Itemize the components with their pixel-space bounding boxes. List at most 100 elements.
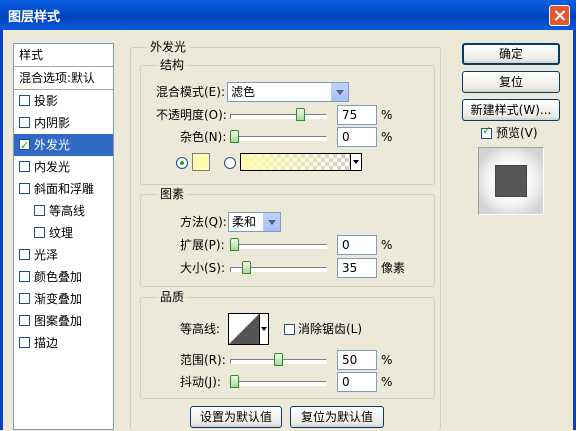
slider-thumb[interactable] <box>230 238 239 251</box>
structure-title: 结构 <box>157 58 188 73</box>
contour-curve-icon <box>229 314 259 344</box>
sidebar-item[interactable]: 外发光 <box>14 134 113 157</box>
range-unit: % <box>381 353 393 367</box>
reset-button[interactable]: 复位 <box>462 71 560 93</box>
slider-track <box>230 114 327 119</box>
gradient-radio[interactable] <box>224 157 236 169</box>
sidebar-item[interactable]: 等高线 <box>14 200 113 222</box>
sidebar-item-label: 渐变叠加 <box>34 292 83 306</box>
spread-slider[interactable] <box>230 235 327 255</box>
sidebar-item[interactable]: 纹理 <box>14 222 113 244</box>
noise-slider[interactable] <box>230 127 327 147</box>
spread-unit: % <box>381 238 393 252</box>
sidebar-item[interactable]: 投影 <box>14 90 113 112</box>
range-slider[interactable] <box>230 350 327 370</box>
close-button[interactable] <box>549 5 570 26</box>
opacity-slider[interactable] <box>230 105 327 125</box>
sidebar-item-label: 描边 <box>34 336 59 350</box>
sidebar-item[interactable]: 颜色叠加 <box>14 266 113 288</box>
style-checkbox[interactable] <box>19 315 30 326</box>
style-checkbox[interactable] <box>34 227 45 238</box>
blend-options-item[interactable]: 混合选项:默认 <box>14 67 113 90</box>
sidebar-item[interactable]: 图案叠加 <box>14 310 113 332</box>
slider-thumb[interactable] <box>296 108 305 121</box>
blend-mode-value: 滤色 <box>231 85 256 99</box>
sidebar-item[interactable]: 光泽 <box>14 244 113 266</box>
chevron-down-icon <box>331 83 348 101</box>
jitter-input[interactable]: 0 <box>337 372 377 392</box>
style-checkbox[interactable] <box>34 205 45 216</box>
style-checkbox[interactable] <box>19 271 30 282</box>
style-checkbox[interactable] <box>19 337 30 348</box>
opacity-input[interactable]: 75 <box>337 105 377 125</box>
antialias-checkbox[interactable] <box>284 324 295 335</box>
new-style-button[interactable]: 新建样式(W)... <box>462 99 560 121</box>
gradient-picker[interactable] <box>240 153 362 171</box>
sidebar-item[interactable]: 内发光 <box>14 156 113 178</box>
slider-thumb[interactable] <box>230 130 239 143</box>
outer-glow-title: 外发光 <box>147 40 190 55</box>
technique-value: 柔和 <box>232 215 257 229</box>
contour-label: 等高线: <box>180 322 221 336</box>
sidebar-item[interactable]: 斜面和浮雕 <box>14 178 113 200</box>
range-input[interactable]: 50 <box>337 350 377 370</box>
slider-track <box>230 381 327 386</box>
style-list: 投影内阴影外发光内发光斜面和浮雕等高线纹理光泽颜色叠加渐变叠加图案叠加描边 <box>14 90 113 354</box>
slider-thumb[interactable] <box>274 353 283 366</box>
contour-dropdown[interactable] <box>260 313 269 345</box>
style-checkbox[interactable] <box>19 293 30 304</box>
noise-label: 杂色(N): <box>180 130 227 144</box>
sidebar-item-label: 纹理 <box>49 226 74 240</box>
style-checkbox[interactable] <box>19 117 30 128</box>
slider-thumb[interactable] <box>230 375 239 388</box>
slider-track <box>230 244 327 249</box>
preview-square <box>495 165 527 197</box>
style-checkbox[interactable] <box>19 95 30 106</box>
noise-unit: % <box>381 130 393 144</box>
styles-sidebar: 样式 混合选项:默认 投影内阴影外发光内发光斜面和浮雕等高线纹理光泽颜色叠加渐变… <box>13 43 114 430</box>
jitter-label: 抖动(J): <box>180 375 221 389</box>
solid-color-radio[interactable] <box>176 157 188 169</box>
preview-label[interactable]: 预览(V) <box>496 123 538 143</box>
slider-thumb[interactable] <box>242 261 251 274</box>
sidebar-item-label: 图案叠加 <box>34 314 83 328</box>
jitter-slider[interactable] <box>230 372 327 392</box>
size-input[interactable]: 35 <box>337 258 377 278</box>
jitter-unit: % <box>381 375 393 389</box>
contour-preview[interactable] <box>228 313 260 345</box>
size-slider[interactable] <box>230 258 327 278</box>
blend-mode-label: 混合模式(E): <box>156 85 225 99</box>
ok-button[interactable]: 确定 <box>462 43 560 65</box>
opacity-unit: % <box>381 108 393 122</box>
window-frame-left <box>0 30 3 430</box>
style-checkbox[interactable] <box>19 161 30 172</box>
sidebar-item-label: 颜色叠加 <box>34 270 83 284</box>
sidebar-item-label: 内阴影 <box>34 116 71 130</box>
style-checkbox[interactable] <box>19 249 30 260</box>
blend-mode-select[interactable]: 滤色 <box>227 82 349 102</box>
noise-input[interactable]: 0 <box>337 127 377 147</box>
sidebar-item[interactable]: 描边 <box>14 332 113 354</box>
styles-header[interactable]: 样式 <box>14 44 113 67</box>
sidebar-item-label: 投影 <box>34 94 59 108</box>
sidebar-item-label: 外发光 <box>34 138 71 152</box>
technique-select[interactable]: 柔和 <box>228 212 281 232</box>
make-default-button[interactable]: 设置为默认值 <box>190 406 282 428</box>
sidebar-item-label: 内发光 <box>34 160 71 174</box>
spread-label: 扩展(P): <box>180 238 225 252</box>
style-checkbox[interactable] <box>19 135 30 157</box>
window-title: 图层样式 <box>8 10 61 25</box>
sidebar-item[interactable]: 内阴影 <box>14 112 113 134</box>
range-label: 范围(R): <box>180 353 226 367</box>
antialias-label[interactable]: 消除锯齿(L) <box>298 319 362 339</box>
style-preview-thumbnail <box>478 147 544 215</box>
spread-input[interactable]: 0 <box>337 235 377 255</box>
preview-checkbox[interactable] <box>481 124 492 139</box>
reset-default-button[interactable]: 复位为默认值 <box>290 406 384 428</box>
technique-label: 方法(Q): <box>180 215 227 229</box>
opacity-label: 不透明度(O): <box>156 108 227 122</box>
size-unit: 像素 <box>381 261 406 275</box>
sidebar-item[interactable]: 渐变叠加 <box>14 288 113 310</box>
style-checkbox[interactable] <box>19 183 30 194</box>
glow-color-swatch[interactable] <box>192 153 210 171</box>
